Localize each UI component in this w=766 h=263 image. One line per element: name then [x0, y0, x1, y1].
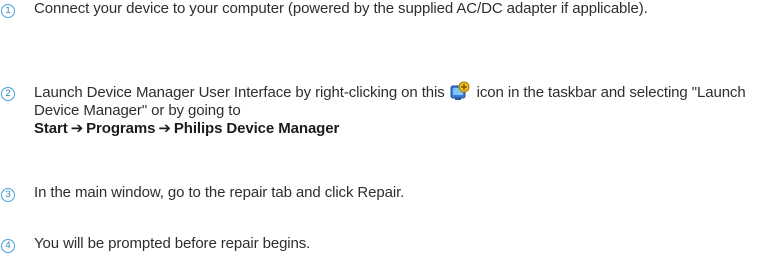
step-number-4: 4 [1, 239, 15, 253]
path-arrow-icon: ➔ [70, 120, 84, 137]
step-3-text: In the main window, go to the repair tab… [34, 184, 405, 201]
device-manager-icon [449, 81, 471, 101]
step-4-text: You will be prompted before repair begin… [34, 235, 311, 252]
step-2-text: Launch Device Manager User Interface by … [34, 81, 762, 138]
step-number-3: 3 [1, 188, 15, 202]
step-2-text-before-icon: Launch Device Manager User Interface by … [34, 84, 445, 101]
path-arrow-icon: ➔ [158, 120, 171, 137]
navigation-path: Start ➔ Programs ➔ Philips Device Manager [34, 120, 762, 138]
path-programs: Programs [86, 120, 156, 137]
step-1-text: Connect your device to your computer (po… [34, 0, 648, 17]
path-philips-device-manager: Philips Device Manager [173, 120, 340, 137]
step-number-1: 1 [1, 4, 15, 18]
path-start: Start [34, 120, 68, 137]
step-number-2: 2 [1, 87, 15, 101]
